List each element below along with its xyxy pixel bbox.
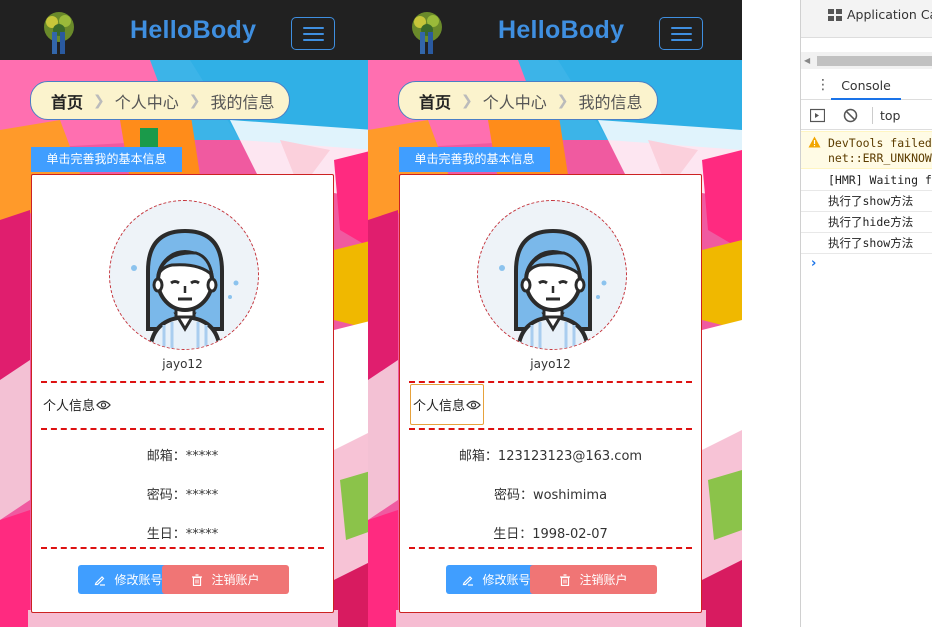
navbar: HelloBody (0, 0, 374, 60)
username: jayo12 (162, 357, 203, 371)
console-prompt[interactable]: › (811, 256, 816, 271)
warning-line-1: DevTools failed (828, 136, 932, 150)
sidebar-toggle-icon[interactable] (810, 108, 825, 123)
console-log: 执行了hide方法 (801, 212, 932, 233)
chevron-right-icon: ❯ (188, 92, 201, 109)
breadcrumb-personal-center[interactable]: 个人中心 (483, 89, 547, 113)
chevron-right-icon: ❯ (556, 92, 569, 109)
tab-application-label: Application Ca (847, 7, 932, 22)
screen: HelloBody 首页 ❯ 个人中心 ❯ 我的信息 单击完善我的基本信息 ja… (0, 0, 932, 627)
scroll-left-icon[interactable]: ◀ (804, 56, 810, 65)
grid-icon (828, 8, 842, 21)
email-value: 邮箱：123123123@163.com (458, 449, 643, 464)
logo-tree-icon (44, 12, 74, 54)
breadcrumb-home[interactable]: 首页 (419, 89, 451, 113)
avatar[interactable] (477, 200, 627, 350)
context-selector[interactable]: top (880, 108, 900, 123)
navbar: HelloBody (368, 0, 742, 60)
eye-icon[interactable] (466, 399, 481, 411)
delete-account-label: 注销账户 (579, 573, 628, 587)
breadcrumb-home[interactable]: 首页 (51, 89, 83, 113)
delete-account-button[interactable]: 注销账户 (162, 565, 289, 594)
password-value: 密码：***** (146, 488, 219, 503)
console-warning: DevTools failed net::ERR_UNKNOW (801, 131, 932, 169)
breadcrumb-my-info: 我的信息 (578, 92, 643, 112)
phone-panel-masked: HelloBody 首页 ❯ 个人中心 ❯ 我的信息 单击完善我的基本信息 ja… (0, 0, 374, 627)
avatar-illustration (499, 228, 607, 349)
edit-account-label: 修改账号 (114, 573, 163, 587)
delete-account-button[interactable]: 注销账户 (530, 565, 657, 594)
avatar[interactable] (109, 200, 259, 350)
divider (41, 428, 324, 430)
menu-bar (671, 33, 692, 35)
menu-bar (303, 33, 324, 35)
personal-info-toggle[interactable]: 个人信息 (410, 384, 485, 425)
warning-icon (808, 136, 821, 148)
personal-info-toggle[interactable]: 个人信息 (43, 395, 111, 414)
birthday-value: 生日：1998-02-07 (493, 527, 608, 542)
clear-console-icon[interactable] (843, 108, 858, 123)
complete-info-tag[interactable]: 单击完善我的基本信息 (31, 147, 182, 172)
divider (41, 547, 324, 549)
profile-card: jayo12 个人信息 邮箱：***** 密码：***** 生日：***** 修… (31, 174, 334, 613)
trash-icon (560, 573, 571, 586)
divider (409, 547, 692, 549)
trash-icon (192, 573, 203, 586)
username: jayo12 (530, 357, 571, 371)
avatar-illustration (131, 228, 239, 349)
personal-info-label: 个人信息 (43, 399, 96, 414)
toolbar-separator (872, 107, 873, 124)
console-log: [HMR] Waiting f (801, 170, 932, 191)
brand-title[interactable]: HelloBody (130, 16, 256, 45)
breadcrumb: 首页 ❯ 个人中心 ❯ 我的信息 (30, 81, 290, 120)
personal-info-label: 个人信息 (413, 399, 466, 414)
breadcrumb-my-info: 我的信息 (210, 92, 275, 112)
delete-account-label: 注销账户 (211, 573, 260, 587)
divider (409, 381, 692, 383)
hamburger-menu-button[interactable] (659, 17, 703, 50)
pencil-icon (463, 575, 474, 586)
logo-tree-icon (412, 12, 442, 54)
eye-icon[interactable] (96, 399, 111, 411)
breadcrumb-personal-center[interactable]: 个人中心 (115, 89, 179, 113)
pencil-icon (95, 575, 106, 586)
blank-area (742, 0, 800, 627)
password-value: 密码：woshimima (493, 488, 608, 503)
menu-bar (303, 39, 324, 41)
chevron-right-icon: ❯ (461, 92, 473, 109)
email-value: 邮箱：***** (146, 449, 219, 464)
menu-bar (671, 39, 692, 41)
brand-title[interactable]: HelloBody (498, 16, 624, 45)
hamburger-menu-button[interactable] (291, 17, 335, 50)
edit-account-label: 修改账号 (482, 573, 531, 587)
console-log: 执行了show方法 (801, 233, 932, 254)
breadcrumb: 首页 ❯ 个人中心 ❯ 我的信息 (398, 81, 658, 120)
divider (409, 428, 692, 430)
drawer-tabs: ⋮ Console (801, 71, 932, 100)
profile-card: jayo12 个人信息 邮箱：123123123@163.com 密码：wosh… (399, 174, 702, 613)
warning-line-2: net::ERR_UNKNOW (828, 151, 932, 165)
tab-console[interactable]: Console (831, 71, 901, 100)
more-options-icon[interactable]: ⋮ (816, 78, 830, 92)
devtools-panel: Application Ca ◀ ⋮ Console top DevTools … (801, 0, 932, 627)
menu-bar (671, 27, 692, 29)
console-toolbar: top (801, 101, 932, 130)
devtools-tabbar: Application Ca (801, 0, 932, 38)
horizontal-scrollbar[interactable]: ◀ (801, 52, 932, 69)
chevron-right-icon: ❯ (93, 92, 105, 109)
console-log: 执行了show方法 (801, 191, 932, 212)
divider (41, 381, 324, 383)
tab-application[interactable]: Application Ca (828, 7, 932, 22)
birthday-value: 生日：***** (146, 527, 219, 542)
menu-bar (303, 27, 324, 29)
scroll-thumb[interactable] (817, 56, 932, 66)
complete-info-tag[interactable]: 单击完善我的基本信息 (399, 147, 550, 172)
phone-panel-revealed: HelloBody 首页 ❯ 个人中心 ❯ 我的信息 单击完善我的基本信息 ja… (368, 0, 742, 627)
